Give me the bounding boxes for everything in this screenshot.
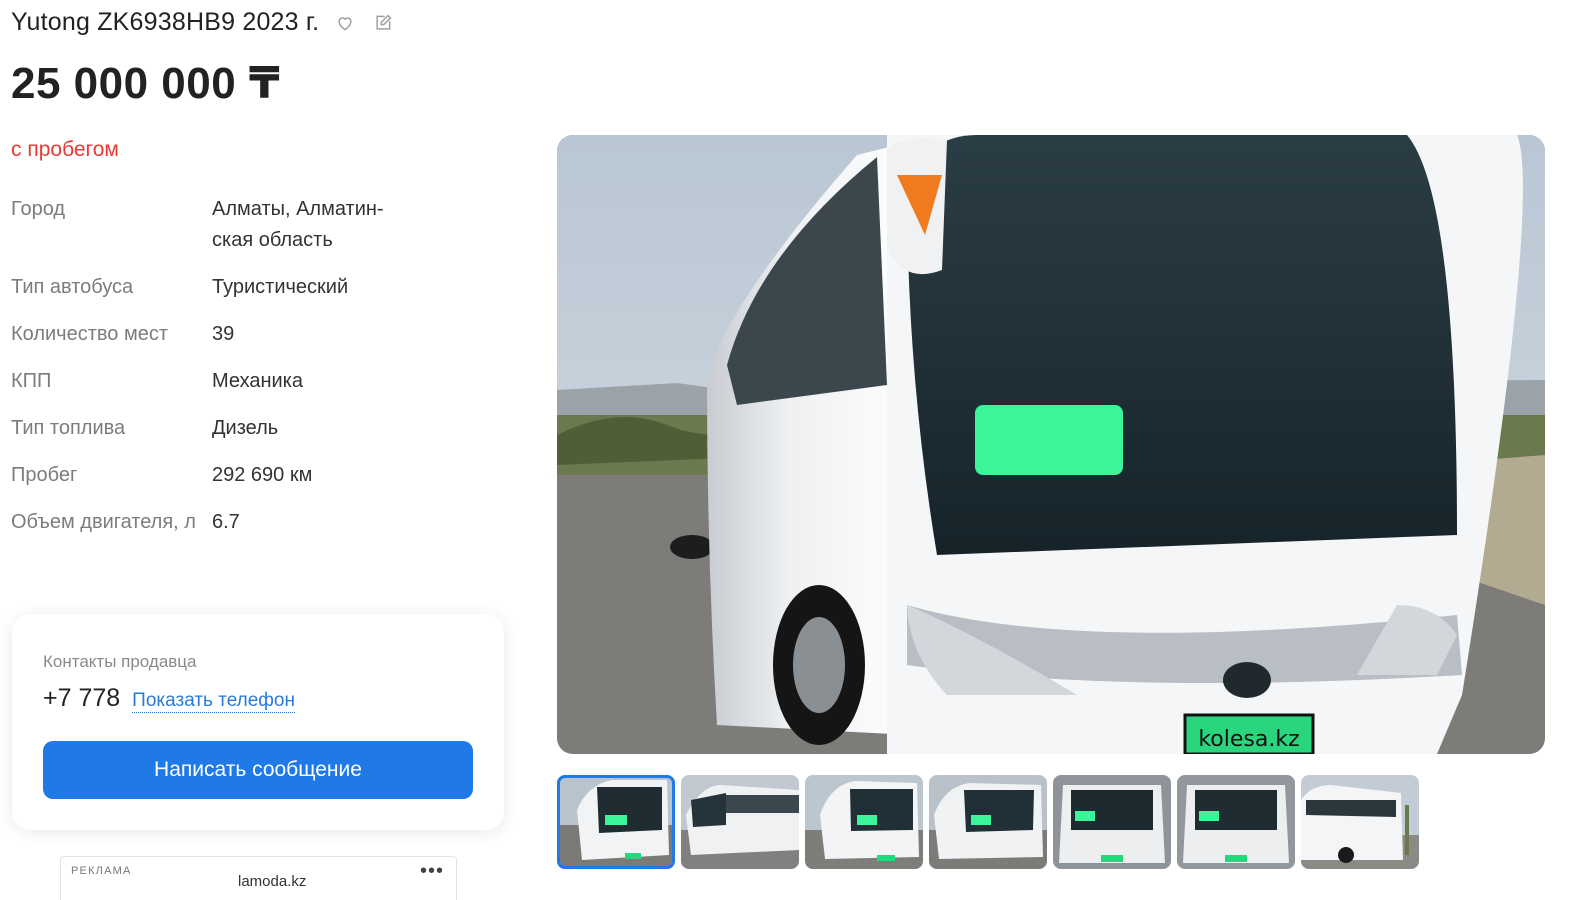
spec-value: Механика xyxy=(212,370,303,392)
spec-row-city: Город Алматы, Алматин-ская область xyxy=(11,194,431,256)
condition-label: с пробегом xyxy=(11,138,119,161)
spec-key: Тип автобуса xyxy=(11,276,134,298)
spec-key: Пробег xyxy=(11,464,78,486)
spec-row-fuel: Тип топлива Дизель xyxy=(11,413,431,444)
ad-banner[interactable]: РЕКЛАМА lamoda.kz ••• xyxy=(60,856,457,900)
spec-key: Тип топлива xyxy=(11,417,126,439)
spec-key: КПП xyxy=(11,370,52,392)
write-message-button[interactable]: Написать сообщение xyxy=(43,741,473,799)
spec-key: Объем двигателя, л xyxy=(11,511,196,533)
seller-contacts-card: Контакты продавца +7 778 Показать телефо… xyxy=(12,614,504,830)
title-row: Yutong ZK6938HB9 2023 г. xyxy=(11,8,395,37)
thumbnail[interactable] xyxy=(1177,775,1295,869)
main-photo[interactable]: kolesa.kz xyxy=(557,135,1545,754)
thumbnail[interactable] xyxy=(929,775,1047,869)
thumbnail[interactable] xyxy=(681,775,799,869)
spec-value: 292 690 км xyxy=(212,464,313,486)
spec-row-transmission: КПП Механика xyxy=(11,366,431,397)
phone-number: +7 778 xyxy=(43,684,121,712)
thumbnail-strip xyxy=(557,775,1419,869)
heart-icon[interactable] xyxy=(333,11,357,35)
edit-note-icon[interactable] xyxy=(371,11,395,35)
contacts-label: Контакты продавца xyxy=(43,652,197,671)
thumbnail[interactable] xyxy=(1053,775,1171,869)
spec-value: 39 xyxy=(212,323,235,345)
spec-row-engine: Объем двигателя, л 6.7 xyxy=(11,507,431,538)
spec-key: Количество мест xyxy=(11,323,168,345)
show-phone-link[interactable]: Показать телефон xyxy=(132,690,295,713)
spec-key: Город xyxy=(11,198,66,220)
phone-row: +7 778 Показать телефон xyxy=(43,684,295,713)
spec-value: Туристический xyxy=(212,276,349,298)
listing-page: Yutong ZK6938HB9 2023 г. 25 000 000 ₸ с … xyxy=(0,0,1569,900)
plate-text: kolesa.kz xyxy=(1198,727,1299,752)
specs-table: Город Алматы, Алматин-ская область Тип а… xyxy=(11,194,431,554)
ad-site[interactable]: lamoda.kz xyxy=(238,873,306,890)
spec-row-bus-type: Тип автобуса Туристический xyxy=(11,272,431,303)
spec-value: Дизель xyxy=(212,417,279,439)
spec-value: Алматы, Алматин-ская область xyxy=(212,198,384,251)
thumbnail[interactable] xyxy=(557,775,675,869)
ad-label: РЕКЛАМА xyxy=(71,865,132,877)
spec-value: 6.7 xyxy=(212,511,240,533)
more-options-icon[interactable]: ••• xyxy=(420,860,444,883)
thumbnail[interactable] xyxy=(1301,775,1419,869)
spec-row-seats: Количество мест 39 xyxy=(11,319,431,350)
thumbnail[interactable] xyxy=(805,775,923,869)
listing-title: Yutong ZK6938HB9 2023 г. xyxy=(11,8,320,36)
price: 25 000 000 ₸ xyxy=(11,59,281,108)
spec-row-mileage: Пробег 292 690 км xyxy=(11,460,431,491)
